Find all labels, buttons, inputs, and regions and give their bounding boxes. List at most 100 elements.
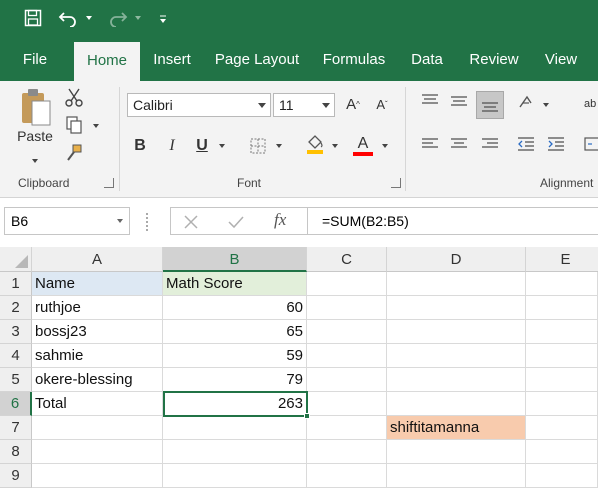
clipboard-launcher-icon[interactable] <box>104 178 114 188</box>
align-center-button[interactable] <box>449 136 469 159</box>
cut-button[interactable] <box>64 87 84 109</box>
cell-e3[interactable] <box>526 320 598 344</box>
cell-a7[interactable] <box>32 416 163 440</box>
tab-file[interactable]: File <box>10 38 60 81</box>
cell-b4[interactable]: 59 <box>163 344 307 368</box>
font-name-combo[interactable]: Calibri <box>127 93 271 117</box>
shrink-font-button[interactable]: Aˇ <box>372 94 392 116</box>
column-header-e[interactable]: E <box>526 247 598 272</box>
redo-button[interactable] <box>106 6 130 30</box>
column-header-d[interactable]: D <box>387 247 526 272</box>
cell-c4[interactable] <box>307 344 387 368</box>
font-color-dropdown-icon[interactable] <box>382 144 388 148</box>
cell-a8[interactable] <box>32 440 163 464</box>
cell-d9[interactable] <box>387 464 526 488</box>
top-align-button[interactable] <box>420 93 440 116</box>
tab-insert[interactable]: Insert <box>144 38 200 81</box>
row-header-6[interactable]: 6 <box>0 392 32 416</box>
cell-c9[interactable] <box>307 464 387 488</box>
tab-home[interactable]: Home <box>74 42 140 81</box>
cell-a4[interactable]: sahmie <box>32 344 163 368</box>
cell-a2[interactable]: ruthjoe <box>32 296 163 320</box>
cell-b9[interactable] <box>163 464 307 488</box>
row-header-7[interactable]: 7 <box>0 416 32 440</box>
align-left-button[interactable] <box>420 136 440 159</box>
redo-dropdown-icon[interactable] <box>135 16 141 20</box>
cell-d5[interactable] <box>387 368 526 392</box>
cell-c1[interactable] <box>307 272 387 296</box>
align-right-button[interactable] <box>480 136 500 159</box>
fill-handle[interactable] <box>304 413 310 419</box>
cell-b2[interactable]: 60 <box>163 296 307 320</box>
row-header-2[interactable]: 2 <box>0 296 32 320</box>
cell-a9[interactable] <box>32 464 163 488</box>
borders-dropdown-icon[interactable] <box>276 144 282 148</box>
tab-review[interactable]: Review <box>460 38 528 81</box>
fill-color-dropdown-icon[interactable] <box>332 144 338 148</box>
cell-a6[interactable]: Total <box>32 392 163 416</box>
cell-e7[interactable] <box>526 416 598 440</box>
bottom-align-button[interactable] <box>476 91 504 119</box>
cell-b3[interactable]: 65 <box>163 320 307 344</box>
grow-font-button[interactable]: A^ <box>343 94 363 116</box>
font-color-button[interactable]: A <box>352 133 374 156</box>
cell-e5[interactable] <box>526 368 598 392</box>
cell-d8[interactable] <box>387 440 526 464</box>
row-header-9[interactable]: 9 <box>0 464 32 488</box>
copy-dropdown-icon[interactable] <box>93 124 99 128</box>
cell-a5[interactable]: okere-blessing <box>32 368 163 392</box>
column-header-a[interactable]: A <box>32 247 163 272</box>
font-launcher-icon[interactable] <box>391 178 401 188</box>
row-header-5[interactable]: 5 <box>0 368 32 392</box>
cell-c7[interactable] <box>307 416 387 440</box>
format-painter-button[interactable] <box>64 143 84 165</box>
cell-e2[interactable] <box>526 296 598 320</box>
cell-c8[interactable] <box>307 440 387 464</box>
undo-dropdown-icon[interactable] <box>86 16 92 20</box>
cell-b8[interactable] <box>163 440 307 464</box>
tab-formulas[interactable]: Formulas <box>314 38 394 81</box>
cell-e6[interactable] <box>526 392 598 416</box>
paste-dropdown-icon[interactable] <box>32 159 38 163</box>
column-header-b[interactable]: B <box>163 247 307 272</box>
row-header-8[interactable]: 8 <box>0 440 32 464</box>
tab-page-layout[interactable]: Page Layout <box>208 38 306 81</box>
cancel-icon[interactable] <box>183 214 199 230</box>
copy-button[interactable] <box>64 115 84 137</box>
cell-e4[interactable] <box>526 344 598 368</box>
formula-bar-grip[interactable] <box>146 213 148 231</box>
row-header-1[interactable]: 1 <box>0 272 32 296</box>
cell-b5[interactable]: 79 <box>163 368 307 392</box>
formula-input[interactable]: =SUM(B2:B5) <box>307 207 598 235</box>
merge-center-button[interactable] <box>584 136 598 159</box>
cell-c3[interactable] <box>307 320 387 344</box>
cell-b1[interactable]: Math Score <box>163 272 307 296</box>
insert-function-button[interactable]: fx <box>274 210 286 230</box>
underline-dropdown-icon[interactable] <box>219 144 225 148</box>
undo-button[interactable] <box>56 6 80 30</box>
cell-d7[interactable]: shiftitamanna <box>387 416 526 440</box>
wrap-text-button[interactable]: ab <box>584 93 598 115</box>
cell-b7[interactable] <box>163 416 307 440</box>
font-size-combo[interactable]: 11 <box>273 93 335 117</box>
orientation-button[interactable] <box>516 93 538 118</box>
cell-e9[interactable] <box>526 464 598 488</box>
cell-c6[interactable] <box>307 392 387 416</box>
orientation-dropdown-icon[interactable] <box>543 103 549 107</box>
bold-button[interactable]: B <box>130 135 150 157</box>
cell-d4[interactable] <box>387 344 526 368</box>
column-header-c[interactable]: C <box>307 247 387 272</box>
underline-button[interactable]: U <box>192 135 212 157</box>
paste-button[interactable]: Paste <box>14 87 56 165</box>
customize-qat-button[interactable] <box>156 6 170 30</box>
cell-d6[interactable] <box>387 392 526 416</box>
middle-align-button[interactable] <box>449 93 469 116</box>
save-button[interactable] <box>20 6 46 30</box>
tab-view[interactable]: View <box>536 38 586 81</box>
cell-d2[interactable] <box>387 296 526 320</box>
decrease-indent-button[interactable] <box>516 136 536 159</box>
tab-data[interactable]: Data <box>402 38 452 81</box>
cell-c5[interactable] <box>307 368 387 392</box>
fill-color-button[interactable] <box>304 133 326 162</box>
select-all-corner[interactable] <box>0 247 32 272</box>
